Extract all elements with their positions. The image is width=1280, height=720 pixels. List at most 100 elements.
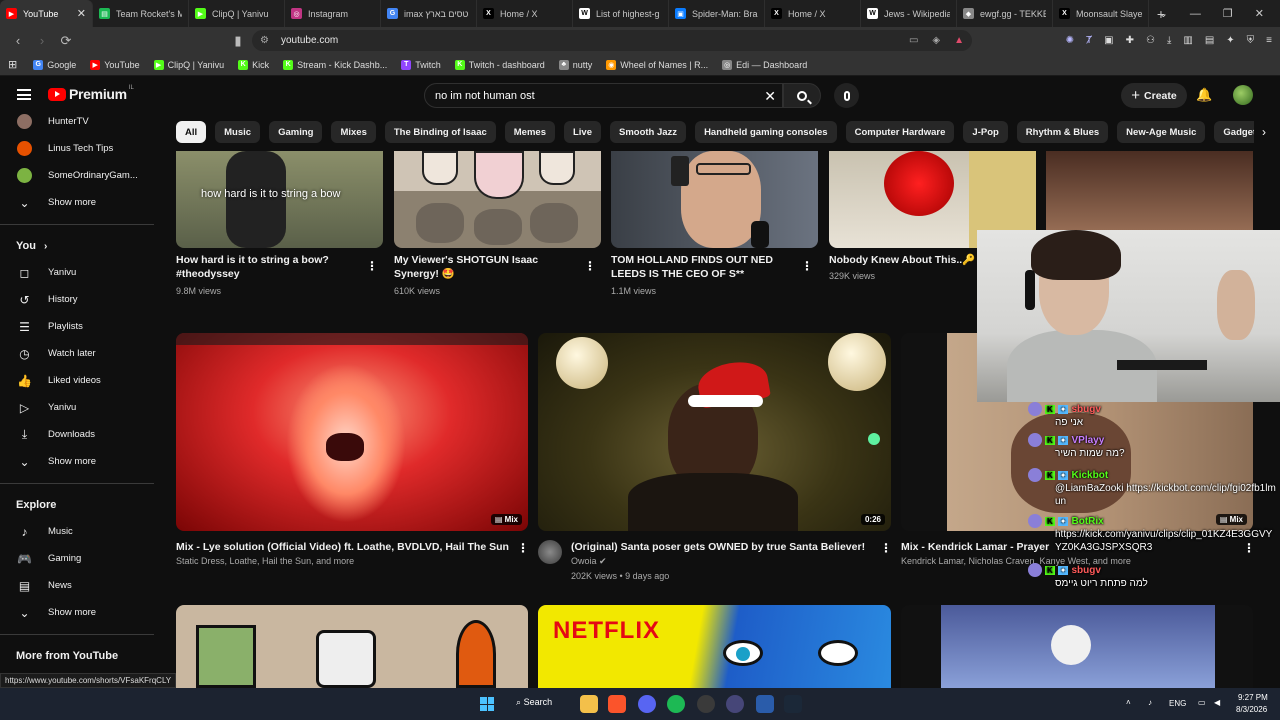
bookmark-item[interactable]: K Twitch - dashboard xyxy=(454,59,545,70)
taskbar-search[interactable]: ⌕ Search xyxy=(516,697,552,708)
clear-search-icon[interactable]: ✕ xyxy=(764,88,776,105)
chat-username[interactable]: sbugv xyxy=(1071,404,1100,415)
brave-shield-icon[interactable]: ◈ xyxy=(932,35,940,46)
filter-chip[interactable]: The Binding of Isaac xyxy=(384,121,496,143)
tab-search-icon[interactable]: ⌄ xyxy=(1159,7,1168,20)
tray-overflow-icon[interactable]: ˄ xyxy=(1126,698,1131,707)
browser-tab[interactable]: ◆ ewgf.gg - TEKKE xyxy=(957,0,1053,27)
close-tab-icon[interactable]: ✕ xyxy=(77,7,86,20)
app-icon-2[interactable] xyxy=(756,695,774,713)
sidebar-explore-item[interactable]: ▤ News xyxy=(0,572,158,599)
more-options-icon[interactable]: ⋮ xyxy=(801,259,813,273)
video-thumbnail[interactable]: how hard is it to string a bow xyxy=(176,151,383,248)
sidebar-subscription-item[interactable]: HunterTV xyxy=(0,108,158,135)
more-options-icon[interactable]: ⋮ xyxy=(517,541,529,555)
chat-username[interactable]: BotRix xyxy=(1071,516,1103,527)
reload-button[interactable]: ⟳ xyxy=(56,33,76,49)
browser-tab[interactable]: X Home / X xyxy=(765,0,861,27)
sidebar-you-heading[interactable]: You › xyxy=(0,233,158,259)
filter-chip[interactable]: All xyxy=(176,121,207,143)
video-thumbnail[interactable] xyxy=(611,151,818,248)
windows-start-icon[interactable] xyxy=(480,697,494,711)
bookmark-item[interactable]: T Twitch xyxy=(401,59,441,70)
create-button[interactable]: + Create xyxy=(1121,83,1187,108)
sidebar-you-item[interactable]: ⤓ Downloads xyxy=(0,421,158,448)
spotify-icon[interactable] xyxy=(667,695,685,713)
maximize-button[interactable]: ❐ xyxy=(1223,7,1233,20)
browser-tab[interactable]: ▶ YouTube ✕ xyxy=(0,0,93,27)
browser-tab[interactable]: W Jews - Wikipedia xyxy=(861,0,957,27)
sidebar-explore-item[interactable]: 🎮 Gaming xyxy=(0,545,158,572)
chat-username[interactable]: VPlayy xyxy=(1071,435,1104,446)
extension-icon-4[interactable]: ✚ xyxy=(1126,35,1134,46)
browser-tab[interactable]: X Home / X xyxy=(477,0,573,27)
extension-icon-3[interactable]: ▣ xyxy=(1104,35,1113,46)
bookmark-item[interactable]: ◉ Wheel of Names | R... xyxy=(606,59,708,70)
bookmark-item[interactable]: K Stream - Kick Dashb... xyxy=(283,59,387,70)
sidebar-toggle-icon[interactable]: ▥ xyxy=(1183,35,1192,46)
filter-chip[interactable]: Smooth Jazz xyxy=(610,121,687,143)
obs-icon[interactable] xyxy=(697,695,715,713)
bookmark-item[interactable]: K Kick xyxy=(238,59,269,70)
filter-chip[interactable]: Mixes xyxy=(331,121,376,143)
sidebar-show-more-explore[interactable]: ⌄ Show more xyxy=(0,599,158,626)
brave-icon[interactable] xyxy=(608,695,626,713)
minimize-button[interactable]: — xyxy=(1190,8,1201,20)
browser-tab[interactable]: X Moonsault Slaye xyxy=(1053,0,1149,27)
browser-tab[interactable]: ◎ Instagram xyxy=(285,0,381,27)
video-thumbnail[interactable] xyxy=(176,605,528,688)
video-thumbnail[interactable] xyxy=(901,605,1253,688)
bookmark-item[interactable]: G Google xyxy=(33,59,76,70)
search-input[interactable]: no im not human ost ✕ xyxy=(424,83,783,108)
browser-tab[interactable]: W List of highest-g xyxy=(573,0,669,27)
chips-next-arrow-icon[interactable]: › xyxy=(1254,121,1274,143)
bookmark-item[interactable]: ▶ ClipQ | Yanivu xyxy=(153,59,224,70)
discord-icon[interactable] xyxy=(638,695,656,713)
menu-hamburger-icon[interactable] xyxy=(17,89,31,100)
extension-icon-2[interactable]: Ⱦ xyxy=(1086,35,1092,46)
close-window-button[interactable]: ✕ xyxy=(1255,7,1264,20)
bookmark-icon[interactable]: ▮ xyxy=(228,33,248,49)
bookmark-item[interactable]: ♣ nutty xyxy=(558,59,592,70)
video-thumbnail[interactable]: 0:26 xyxy=(538,333,891,531)
browser-tab[interactable]: ▤ Team Rocket's M xyxy=(93,0,189,27)
notifications-bell-icon[interactable]: 🔔 xyxy=(1196,87,1212,103)
steam-icon[interactable] xyxy=(784,695,802,713)
filter-chip[interactable]: J-Pop xyxy=(963,121,1008,143)
bookmark-item[interactable]: ◎ Edi — Dashboard xyxy=(722,59,807,70)
file-explorer-icon[interactable] xyxy=(580,695,598,713)
sidebar-you-item[interactable]: 👍 Liked videos xyxy=(0,367,158,394)
network-icon[interactable]: ▭ xyxy=(1198,698,1206,707)
more-options-icon[interactable]: ⋮ xyxy=(366,259,378,273)
channel-avatar[interactable] xyxy=(538,540,562,564)
video-title[interactable]: My Viewer's SHOTGUN Isaac Synergy! 🤩 xyxy=(394,253,580,281)
clock-time[interactable]: 9:27 PM xyxy=(1238,693,1268,702)
bookmark-item[interactable]: ▶ YouTube xyxy=(90,59,140,70)
video-title[interactable]: (Original) Santa poser gets OWNED by tru… xyxy=(571,540,871,554)
sidebar-show-more-you[interactable]: ⌄ Show more xyxy=(0,448,158,475)
video-thumbnail[interactable]: NETFLIX xyxy=(538,605,891,688)
back-button[interactable]: ‹ xyxy=(8,33,28,48)
more-options-icon[interactable]: ⋮ xyxy=(880,541,892,555)
download-icon[interactable]: ⤓ xyxy=(1167,35,1171,46)
browser-tab[interactable]: ▣ Spider-Man: Bra xyxy=(669,0,765,27)
chat-username[interactable]: sbugv xyxy=(1071,565,1100,576)
sidebar-subscription-item[interactable]: SomeOrdinaryGam... xyxy=(0,162,158,189)
sidebar-you-item[interactable]: ☰ Playlists xyxy=(0,313,158,340)
url-field[interactable]: ⚙ youtube.com ▭ ◈ ▲ xyxy=(252,30,972,51)
puzzle-icon[interactable]: ⚇ xyxy=(1146,35,1155,46)
browser-tab[interactable]: ▶ ClipQ | Yanivu xyxy=(189,0,285,27)
search-button[interactable] xyxy=(783,83,821,108)
filter-chip[interactable]: Handheld gaming consoles xyxy=(695,121,837,143)
video-channel[interactable]: Owoia ✔ xyxy=(571,556,607,567)
volume-icon[interactable]: ◀ xyxy=(1214,698,1220,707)
video-thumbnail[interactable]: ▤ Mix xyxy=(176,333,528,531)
filter-chip[interactable]: Rhythm & Blues xyxy=(1016,121,1109,143)
vpn-icon[interactable]: ⛨ xyxy=(1247,35,1255,46)
sidebar-explore-item[interactable]: ♪ Music xyxy=(0,518,158,545)
video-title[interactable]: Mix - Lye solution (Official Video) ft. … xyxy=(176,540,509,554)
sidebar-subscription-item[interactable]: Linus Tech Tips xyxy=(0,135,158,162)
sidebar-show-more-subscriptions[interactable]: ⌄ Show more xyxy=(0,189,158,216)
sidebar-you-item[interactable]: ◻ Yanivu xyxy=(0,259,158,286)
video-title[interactable]: How hard is it to string a bow? #theodys… xyxy=(176,253,356,281)
